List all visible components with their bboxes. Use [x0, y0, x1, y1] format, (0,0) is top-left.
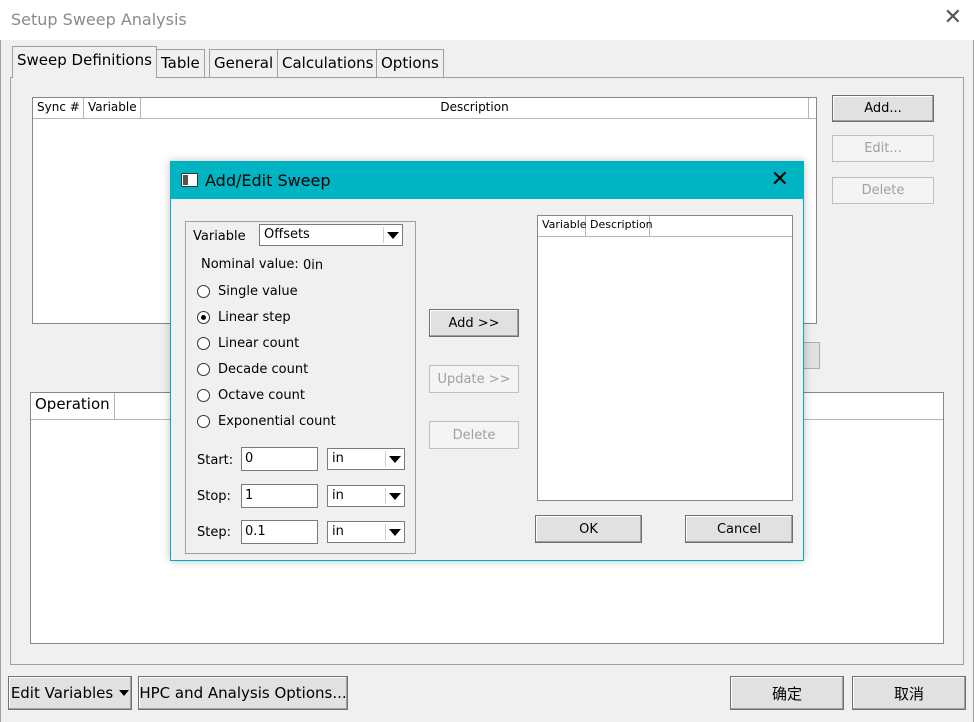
edit-variables-button[interactable]: Edit Variables: [8, 676, 132, 710]
add-sweep-button[interactable]: Add...: [832, 95, 934, 122]
col-variable[interactable]: Variable: [538, 216, 587, 236]
radio-linear-step[interactable]: Linear step: [197, 308, 291, 326]
radio-exponential-count[interactable]: Exponential count: [197, 412, 336, 430]
variable-label: Variable: [193, 229, 246, 244]
cancel-button[interactable]: 取消: [852, 676, 966, 710]
radio-button[interactable]: [197, 388, 210, 402]
col-description[interactable]: Description: [586, 216, 653, 236]
col-description[interactable]: Description: [141, 98, 809, 118]
radio-label: Exponential count: [218, 413, 336, 429]
dialog-title: Add/Edit Sweep: [205, 171, 331, 190]
dropdown-arrow-icon: [119, 690, 130, 696]
step-label: Step:: [197, 525, 231, 540]
delete-sweep-button[interactable]: Delete: [832, 177, 934, 204]
radio-linear-count[interactable]: Linear count: [197, 334, 299, 352]
radio-button[interactable]: [197, 336, 210, 350]
title-bar: Setup Sweep Analysis ✕: [0, 0, 974, 40]
tab-calculations[interactable]: Calculations: [277, 49, 379, 77]
stop-input[interactable]: 1: [241, 484, 318, 508]
edit-variables-label: Edit Variables: [10, 684, 114, 702]
stop-label: Stop:: [197, 489, 231, 504]
radio-label: Single value: [218, 283, 298, 299]
radio-label: Octave count: [218, 387, 305, 403]
nominal-value: 0in: [303, 258, 324, 273]
radio-octave-count[interactable]: Octave count: [197, 386, 305, 404]
variable-select-value: Offsets: [264, 227, 310, 242]
radio-button[interactable]: [197, 362, 210, 376]
stop-unit-value: in: [332, 488, 344, 503]
chevron-down-icon: [385, 451, 402, 467]
radio-button-checked[interactable]: [197, 310, 210, 324]
start-unit-value: in: [332, 451, 344, 466]
edit-sweep-button[interactable]: Edit...: [832, 135, 934, 162]
start-unit-select[interactable]: in: [327, 448, 405, 470]
add-variable-button[interactable]: Add >>: [429, 309, 519, 337]
hpc-options-button[interactable]: HPC and Analysis Options...: [138, 676, 348, 710]
window-title: Setup Sweep Analysis: [11, 10, 187, 29]
tab-table[interactable]: Table: [156, 49, 205, 77]
tab-options[interactable]: Options: [376, 49, 444, 77]
ok-button[interactable]: 确定: [730, 676, 844, 710]
dialog-ok-button[interactable]: OK: [535, 515, 642, 543]
variable-select[interactable]: Offsets: [259, 224, 403, 246]
chevron-down-icon: [385, 488, 402, 504]
dialog-close-icon[interactable]: ✕: [771, 168, 789, 192]
close-icon[interactable]: ✕: [944, 6, 962, 30]
delete-variable-button[interactable]: Delete: [429, 421, 519, 449]
start-input[interactable]: 0: [241, 447, 318, 471]
sweep-variable-list[interactable]: Variable Description: [537, 215, 793, 501]
window-icon: [181, 173, 198, 187]
col-sync[interactable]: Sync #: [33, 98, 84, 118]
start-label: Start:: [197, 453, 234, 468]
radio-single-value[interactable]: Single value: [197, 282, 298, 300]
step-unit-value: in: [332, 524, 344, 539]
tab-sweep-definitions[interactable]: Sweep Definitions: [12, 46, 157, 78]
col-variable[interactable]: Variable: [84, 98, 141, 118]
step-unit-select[interactable]: in: [327, 521, 405, 543]
radio-button[interactable]: [197, 284, 210, 298]
tab-general[interactable]: General: [209, 49, 279, 77]
nominal-value-label: Nominal value:: [201, 257, 299, 272]
header-divider: [33, 118, 816, 119]
chevron-down-icon: [385, 524, 402, 540]
radio-label: Decade count: [218, 361, 309, 377]
chevron-down-icon: [383, 227, 400, 243]
dialog-cancel-button[interactable]: Cancel: [685, 515, 793, 543]
dialog-title-bar: Add/Edit Sweep ✕: [171, 162, 803, 199]
header-divider: [538, 236, 792, 237]
stop-unit-select[interactable]: in: [327, 485, 405, 507]
step-input[interactable]: 0.1: [241, 520, 318, 544]
radio-label: Linear count: [218, 335, 300, 351]
radio-decade-count[interactable]: Decade count: [197, 360, 308, 378]
radio-label: Linear step: [218, 309, 291, 325]
radio-button[interactable]: [197, 414, 210, 428]
update-button[interactable]: Update >>: [429, 365, 519, 393]
col-operation[interactable]: Operation: [31, 393, 115, 419]
